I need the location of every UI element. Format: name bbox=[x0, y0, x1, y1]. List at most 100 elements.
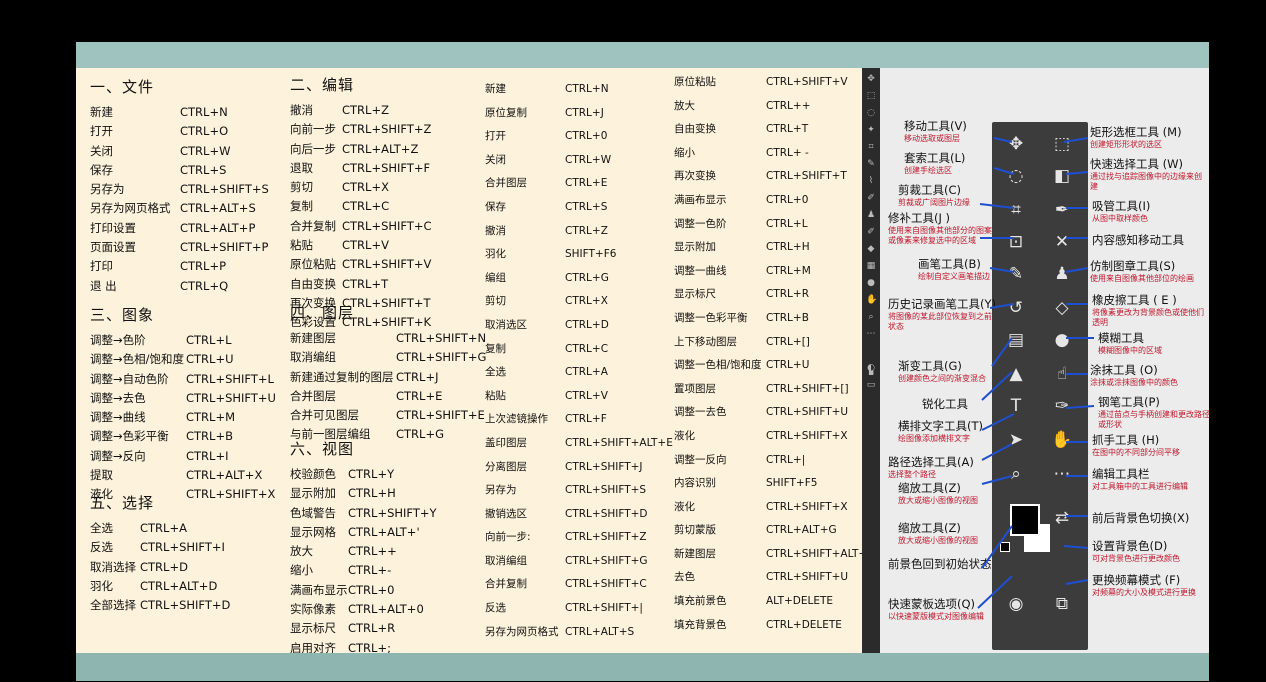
shortcut-key: CTRL+Z bbox=[565, 224, 608, 237]
shortcut-key: CTRL+ALT+P bbox=[180, 220, 256, 235]
shortcut-row: 合并复制 CTRL+SHIFT+C bbox=[290, 217, 432, 236]
shortcut-row: 剪切蒙版 CTRL+ALT+G bbox=[674, 519, 862, 543]
shortcut-row: 提取 CTRL+ALT+X bbox=[90, 466, 276, 485]
shortcut-label: 调整一色阶 bbox=[674, 217, 727, 230]
bottom-band bbox=[76, 653, 1209, 681]
shortcut-row: 填充前景色 ALT+DELETE bbox=[674, 590, 862, 614]
shortcut-label: 新建图层 bbox=[674, 547, 716, 560]
shortcut-label: 粘贴 bbox=[485, 389, 506, 402]
shortcut-row: 全选 CTRL+A bbox=[90, 519, 230, 538]
shortcut-key: CTRL+SHIFT+ALT+N bbox=[766, 547, 876, 560]
shortcut-row: 满画布显示 CTRL+0 bbox=[674, 189, 862, 213]
shortcut-key: CTRL+S bbox=[180, 162, 227, 177]
shortcut-row: 实际像素 CTRL+ALT+0 bbox=[290, 600, 437, 619]
shortcut-label: 页面设置 bbox=[90, 240, 136, 255]
shortcut-label: 调整一反向 bbox=[674, 453, 727, 466]
shortcut-key: CTRL+SHIFT+ALT+E bbox=[565, 436, 673, 449]
shortcut-row: 取消编组 CTRL+SHIFT+G bbox=[485, 550, 670, 574]
shortcut-label: 复制 bbox=[290, 199, 313, 214]
shortcut-key: CTRL+C bbox=[565, 342, 609, 355]
shortcut-row: 向后一步 CTRL+ALT+Z bbox=[290, 140, 432, 159]
shortcut-key: CTRL+ALT+0 bbox=[348, 602, 424, 617]
section-title: 二、编辑 bbox=[290, 76, 355, 94]
shortcut-key: CTRL+T bbox=[342, 276, 389, 291]
shortcut-row: 放大 CTRL++ bbox=[290, 542, 437, 561]
shortcut-row: 新建 CTRL+N bbox=[90, 103, 269, 122]
shortcut-row: 盖印图层 CTRL+SHIFT+ALT+E bbox=[485, 432, 673, 456]
column-4: 原位粘贴 CTRL+SHIFT+V 放大 CTRL++ 自由变换 CTRL+T 缩小 CTRL… bbox=[674, 71, 875, 638]
shortcut-key: CTRL+ALT+G bbox=[766, 524, 837, 537]
shortcut-label: 填充前景色 bbox=[674, 595, 727, 608]
shortcut-key: CTRL+ALT+S bbox=[565, 625, 635, 638]
shortcut-label: 关闭 bbox=[485, 153, 506, 166]
section-title: 三、图象 bbox=[90, 306, 155, 324]
shortcut-row: 另存为网页格式 CTRL+ALT+S bbox=[90, 199, 269, 218]
shortcut-key: CTRL+SHIFT+T bbox=[766, 170, 847, 183]
shortcut-row: 保存 CTRL+S bbox=[90, 161, 269, 180]
shortcut-row: 原位复制 CTRL+J bbox=[485, 102, 670, 126]
shortcut-label: 全部选择 bbox=[90, 598, 136, 613]
shortcut-key: CTRL+DELETE bbox=[766, 618, 842, 631]
shortcut-label: 调整一色彩平衡 bbox=[674, 311, 748, 324]
pointer-arrow bbox=[981, 371, 1013, 401]
shortcut-key: CTRL+P bbox=[180, 259, 227, 274]
shortcut-row: 填充背景色 CTRL+DELETE bbox=[674, 614, 862, 638]
shortcut-row: 调整→色阶 CTRL+L bbox=[90, 331, 276, 350]
shortcut-key: CTRL+J bbox=[565, 106, 604, 119]
shortcut-row: 剪切 CTRL+X bbox=[290, 178, 432, 197]
shortcut-row: 打印 CTRL+P bbox=[90, 257, 269, 276]
shortcut-row: 液化 CTRL+SHIFT+X bbox=[674, 496, 862, 520]
shortcut-key: CTRL+SHIFT+X bbox=[766, 500, 848, 513]
shortcut-label: 自由变换 bbox=[674, 123, 716, 136]
shortcut-label: 向后一步 bbox=[290, 141, 336, 156]
shortcut-label: 放大 bbox=[290, 544, 313, 559]
shortcut-row: 调整→反向 CTRL+I bbox=[90, 447, 276, 466]
shortcut-key: CTRL+E bbox=[565, 177, 608, 190]
shortcut-label: 满画布显示 bbox=[674, 193, 727, 206]
shortcut-label: 合并图层 bbox=[290, 388, 336, 403]
shortcut-row: 全部选择 CTRL+SHIFT+D bbox=[90, 596, 230, 615]
shortcut-key: CTRL+SHIFT+S bbox=[180, 182, 269, 197]
shortcut-row: 反选 CTRL+SHIFT+| bbox=[485, 597, 670, 621]
shortcut-key: CTRL+SHIFT+Y bbox=[348, 505, 437, 520]
shortcut-row: 取消选择 CTRL+D bbox=[90, 558, 230, 577]
shortcut-label: 原位复制 bbox=[485, 106, 527, 119]
shortcut-key: CTRL+C bbox=[342, 199, 390, 214]
shortcut-label: 调整→色阶 bbox=[90, 333, 146, 347]
shortcut-label: 调整一曲线 bbox=[674, 264, 727, 277]
shortcut-row: 调整→曲线 CTRL+M bbox=[90, 408, 276, 427]
shortcut-row: 羽化 SHIFT+F6 bbox=[485, 243, 670, 267]
shortcut-label: 保存 bbox=[485, 200, 506, 213]
shortcut-row: 编组 CTRL+G bbox=[485, 267, 670, 291]
shortcut-row: 调整→去色 CTRL+SHIFT+U bbox=[90, 389, 276, 408]
shortcut-key: CTRL+SHIFT+V bbox=[342, 257, 432, 272]
column-3: 新建 CTRL+N 原位复制 CTRL+J 打开 CTRL+0 关闭 CTRL+W 合并图层 CT… bbox=[485, 78, 673, 644]
shortcut-label: 显示标尺 bbox=[674, 288, 716, 301]
shortcut-key: CTRL+X bbox=[342, 180, 389, 195]
shortcut-key: CTRL+SHIFT+C bbox=[565, 578, 647, 591]
shortcut-row: 保存 CTRL+S bbox=[485, 196, 670, 220]
shortcut-label: 全选 bbox=[485, 366, 506, 379]
shortcut-label: 显示标尺 bbox=[290, 621, 336, 636]
shortcut-row: 缩小 CTRL+ - bbox=[674, 142, 862, 166]
shortcut-row: 显示标尺 CTRL+R bbox=[674, 283, 862, 307]
pointer-arrow bbox=[1065, 171, 1089, 175]
shortcut-row: 满画布显示 CTRL+0 bbox=[290, 581, 437, 600]
shortcut-sheet: 一、文件 新建 CTRL+N 打开 CTRL+O 关闭 CTRL+W 保存 CTRL+S 另存为 C… bbox=[76, 68, 875, 674]
shortcut-label: 打印设置 bbox=[90, 220, 136, 235]
shortcut-key: CTRL+[] bbox=[766, 335, 810, 348]
shortcut-key: CTRL+H bbox=[766, 241, 810, 254]
shortcut-key: CTRL+SHIFT+J bbox=[565, 460, 643, 473]
shortcut-label: 显示附加 bbox=[674, 241, 716, 254]
shortcut-key: CTRL+SHIFT+D bbox=[565, 507, 648, 520]
shortcut-row: 原位粘贴 CTRL+SHIFT+V bbox=[290, 255, 432, 274]
shortcut-row: 剪切 CTRL+X bbox=[485, 290, 670, 314]
shortcut-label: 合并图层 bbox=[485, 177, 527, 190]
shortcut-label: 调整一去色 bbox=[674, 406, 727, 419]
pointer-arrow bbox=[989, 303, 1015, 309]
shortcut-key: SHIFT+F6 bbox=[565, 248, 617, 261]
shortcut-key: CTRL+J bbox=[396, 369, 439, 384]
shortcut-label: 上次滤镜操作 bbox=[485, 413, 548, 426]
section: 六、视图 校验颜色 CTRL+Y 显示附加 CTRL+H 色域警告 CTRL+SHIFT+Y… bbox=[290, 438, 437, 677]
shortcut-row: 校验颜色 CTRL+Y bbox=[290, 465, 437, 484]
